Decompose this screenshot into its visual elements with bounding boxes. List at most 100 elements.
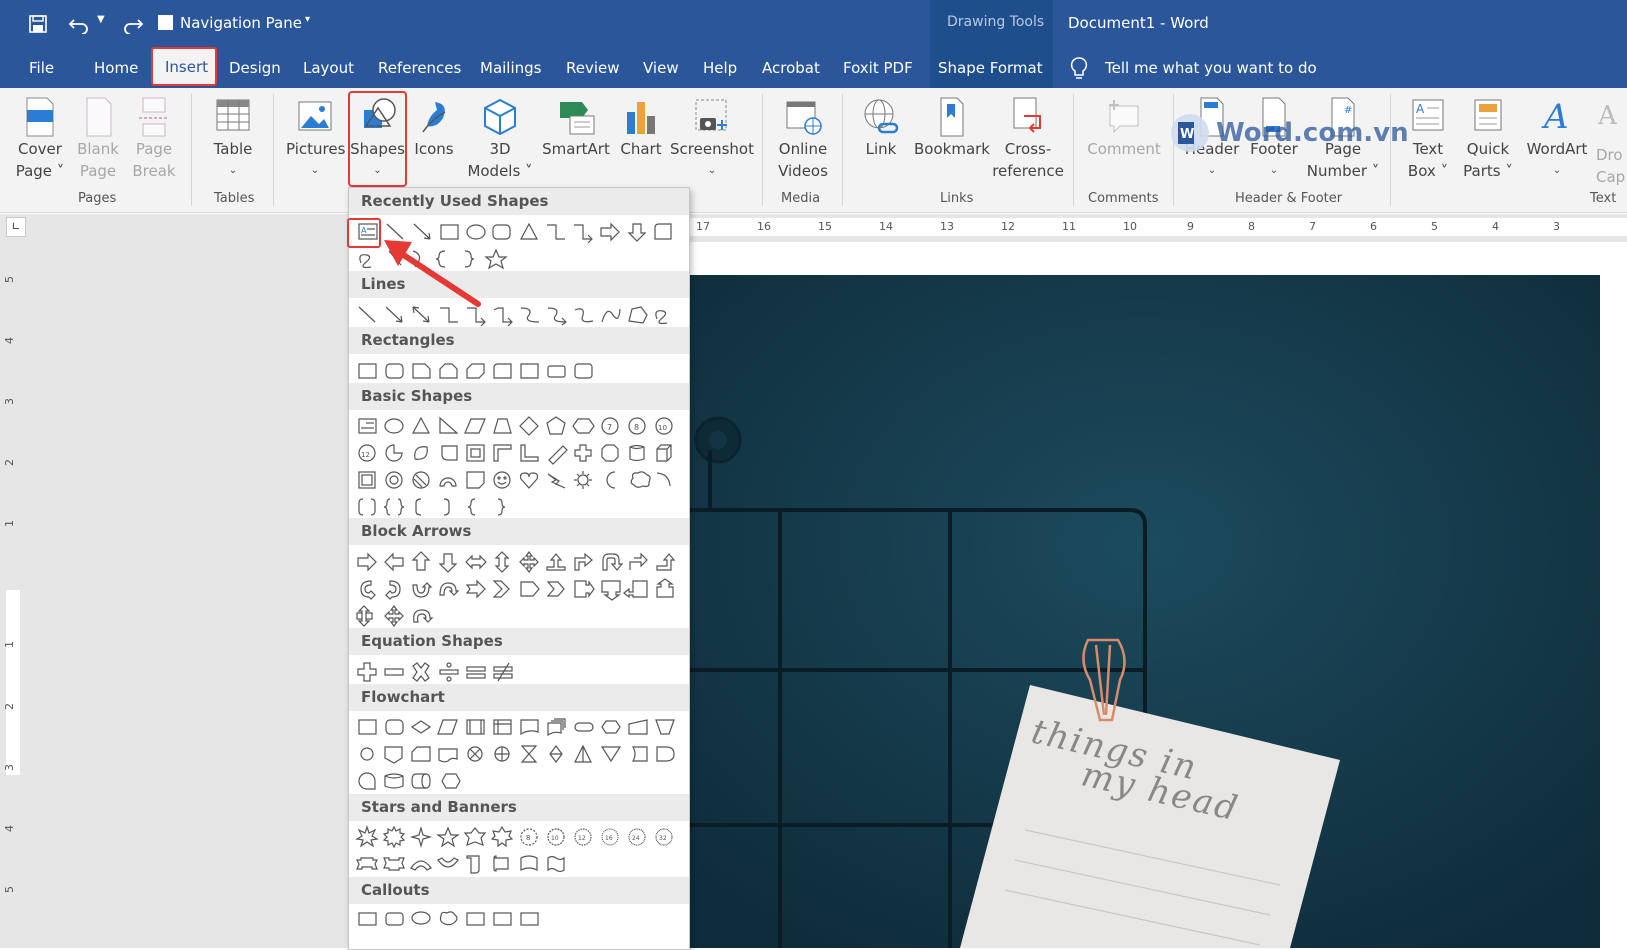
- basic-shapes-icons-1[interactable]: 7 8 10: [353, 412, 683, 440]
- save-icon[interactable]: [28, 14, 48, 34]
- screenshot-button[interactable]: Screenshot ⌄: [669, 96, 755, 182]
- section-title: Flowchart: [361, 688, 445, 706]
- rectangles-icons[interactable]: [353, 357, 683, 385]
- basic-shapes-row-4[interactable]: [353, 493, 683, 521]
- tab-selector-button[interactable]: ∟: [6, 217, 26, 237]
- ruler-v-number: 3: [3, 398, 16, 405]
- smartart-button[interactable]: SmartArt: [539, 96, 613, 160]
- section-rectangles: Rectangles: [349, 327, 689, 354]
- flowchart-icons-2[interactable]: [353, 740, 683, 768]
- navigation-pane-checkbox[interactable]: [158, 15, 173, 30]
- document-photo[interactable]: things in my head: [690, 275, 1600, 948]
- tab-mailings[interactable]: Mailings: [480, 59, 541, 77]
- bookmark-button[interactable]: Bookmark: [912, 96, 992, 160]
- 3d-models-label-1: 3D: [489, 140, 511, 158]
- block-arrows-row-1[interactable]: [353, 548, 683, 576]
- wordart-label: WordArt: [1526, 140, 1588, 158]
- separator: [842, 94, 843, 206]
- section-equation-shapes: Equation Shapes: [349, 628, 689, 655]
- blank-page-button[interactable]: Blank Page: [72, 96, 124, 182]
- undo-icon[interactable]: [68, 14, 90, 34]
- callouts-row[interactable]: [353, 906, 683, 934]
- blank-page-label-2: Page: [79, 162, 117, 180]
- redo-icon[interactable]: [122, 14, 144, 34]
- ruler-v-number: 1: [3, 641, 16, 648]
- section-callouts: Callouts: [349, 877, 689, 904]
- ruler-h-number: 8: [1248, 220, 1255, 233]
- wordart-button[interactable]: A WordArt ⌄: [1522, 96, 1592, 182]
- online-videos-icon: [786, 101, 822, 135]
- group-text-label: Text: [1590, 191, 1617, 206]
- page-break-button[interactable]: Page Break: [128, 96, 180, 182]
- basic-shapes-icons-3[interactable]: [353, 466, 683, 494]
- callouts-icons[interactable]: [353, 906, 683, 934]
- tab-review[interactable]: Review: [566, 59, 620, 77]
- ruler-v-number: 4: [3, 337, 16, 344]
- svg-text:A: A: [1541, 97, 1569, 137]
- link-icon: [864, 99, 899, 134]
- tab-acrobat[interactable]: Acrobat: [762, 59, 820, 77]
- tab-design[interactable]: Design: [229, 59, 281, 77]
- tab-layout[interactable]: Layout: [303, 59, 354, 77]
- ruler-v-number: 3: [3, 764, 16, 771]
- tab-foxit-pdf[interactable]: Foxit PDF: [843, 59, 913, 77]
- basic-shapes-row-1[interactable]: 7 8 10: [353, 412, 683, 440]
- link-button[interactable]: Link: [853, 96, 909, 160]
- quick-parts-button[interactable]: Quick Parts ˅: [1460, 96, 1516, 182]
- block-arrows-icons-2[interactable]: [353, 575, 683, 603]
- cross-reference-icon: [1013, 97, 1041, 133]
- stars-banners-row-1[interactable]: 8 10 12 16 24 32: [353, 823, 683, 851]
- block-arrows-icons-1[interactable]: [353, 548, 683, 576]
- cover-page-button[interactable]: Cover Page ˅: [8, 96, 72, 182]
- table-button[interactable]: Table ⌄: [205, 96, 261, 182]
- tab-home[interactable]: Home: [94, 59, 138, 77]
- tab-file[interactable]: File: [29, 59, 54, 77]
- online-videos-button[interactable]: Online Videos: [770, 96, 836, 182]
- tab-insert[interactable]: Insert: [151, 47, 217, 86]
- block-arrows-row-2[interactable]: [353, 575, 683, 603]
- tab-help[interactable]: Help: [703, 59, 737, 77]
- separator: [1390, 94, 1391, 206]
- text-box-label-2: Box ˅: [1407, 162, 1449, 180]
- chart-button[interactable]: Chart: [617, 96, 665, 160]
- ruler-h-number: 10: [1123, 220, 1137, 233]
- tab-view[interactable]: View: [643, 59, 679, 77]
- tell-me-search[interactable]: Tell me what you want to do: [1105, 59, 1317, 77]
- block-arrows-row-3[interactable]: [353, 602, 683, 630]
- vertical-ruler[interactable]: 5 4 3 2 1 1 2 3 4 5: [0, 240, 26, 948]
- banners-icons[interactable]: [353, 850, 683, 878]
- comment-button[interactable]: Comment: [1082, 96, 1166, 160]
- flowchart-icons-3[interactable]: [353, 767, 683, 795]
- undo-dropdown-chevron-icon[interactable]: ▼: [97, 14, 105, 25]
- stars-icons[interactable]: 8 10 12 16 24 32: [353, 823, 683, 851]
- ruler-h-number: 16: [757, 220, 771, 233]
- cross-reference-button[interactable]: Cross- reference: [992, 96, 1064, 182]
- pictures-button[interactable]: Pictures ⌄: [286, 96, 345, 182]
- flowchart-row-2[interactable]: [353, 740, 683, 768]
- stars-banners-row-2[interactable]: [353, 850, 683, 878]
- basic-shapes-row-2[interactable]: 12: [353, 439, 683, 467]
- tab-shape-format[interactable]: Shape Format: [938, 59, 1043, 77]
- header-dropdown-chevron-icon: ⌄: [1207, 165, 1217, 176]
- 3d-models-button[interactable]: 3D Models ˅: [465, 96, 535, 182]
- separator: [1073, 94, 1074, 206]
- basic-shapes-icons-2[interactable]: 12: [353, 439, 683, 467]
- flowchart-icons-1[interactable]: [353, 713, 683, 741]
- block-arrows-icons-3[interactable]: [353, 602, 683, 630]
- cross-reference-label-1: Cross-: [1004, 140, 1052, 158]
- horizontal-ruler[interactable]: 17 16 15 14 13 12 11 10 9 8 7 6 5 4 3: [0, 214, 1627, 240]
- flowchart-row-1[interactable]: [353, 713, 683, 741]
- equation-shapes-icons[interactable]: [353, 658, 683, 686]
- basic-shapes-icons-4[interactable]: [353, 493, 683, 521]
- icons-button[interactable]: Icons: [408, 96, 460, 160]
- customize-qat-icon[interactable]: ▾: [305, 14, 310, 25]
- flowchart-row-3[interactable]: [353, 767, 683, 795]
- navigation-pane-label: Navigation Pane: [180, 14, 302, 32]
- pictures-icon: [298, 101, 332, 131]
- equation-shapes-row[interactable]: [353, 658, 683, 686]
- drop-cap-button[interactable]: A Dro Cap: [1596, 96, 1627, 188]
- tab-references[interactable]: References: [378, 59, 461, 77]
- rectangles-row[interactable]: [353, 357, 683, 385]
- basic-shapes-row-3[interactable]: [353, 466, 683, 494]
- separator: [273, 94, 274, 206]
